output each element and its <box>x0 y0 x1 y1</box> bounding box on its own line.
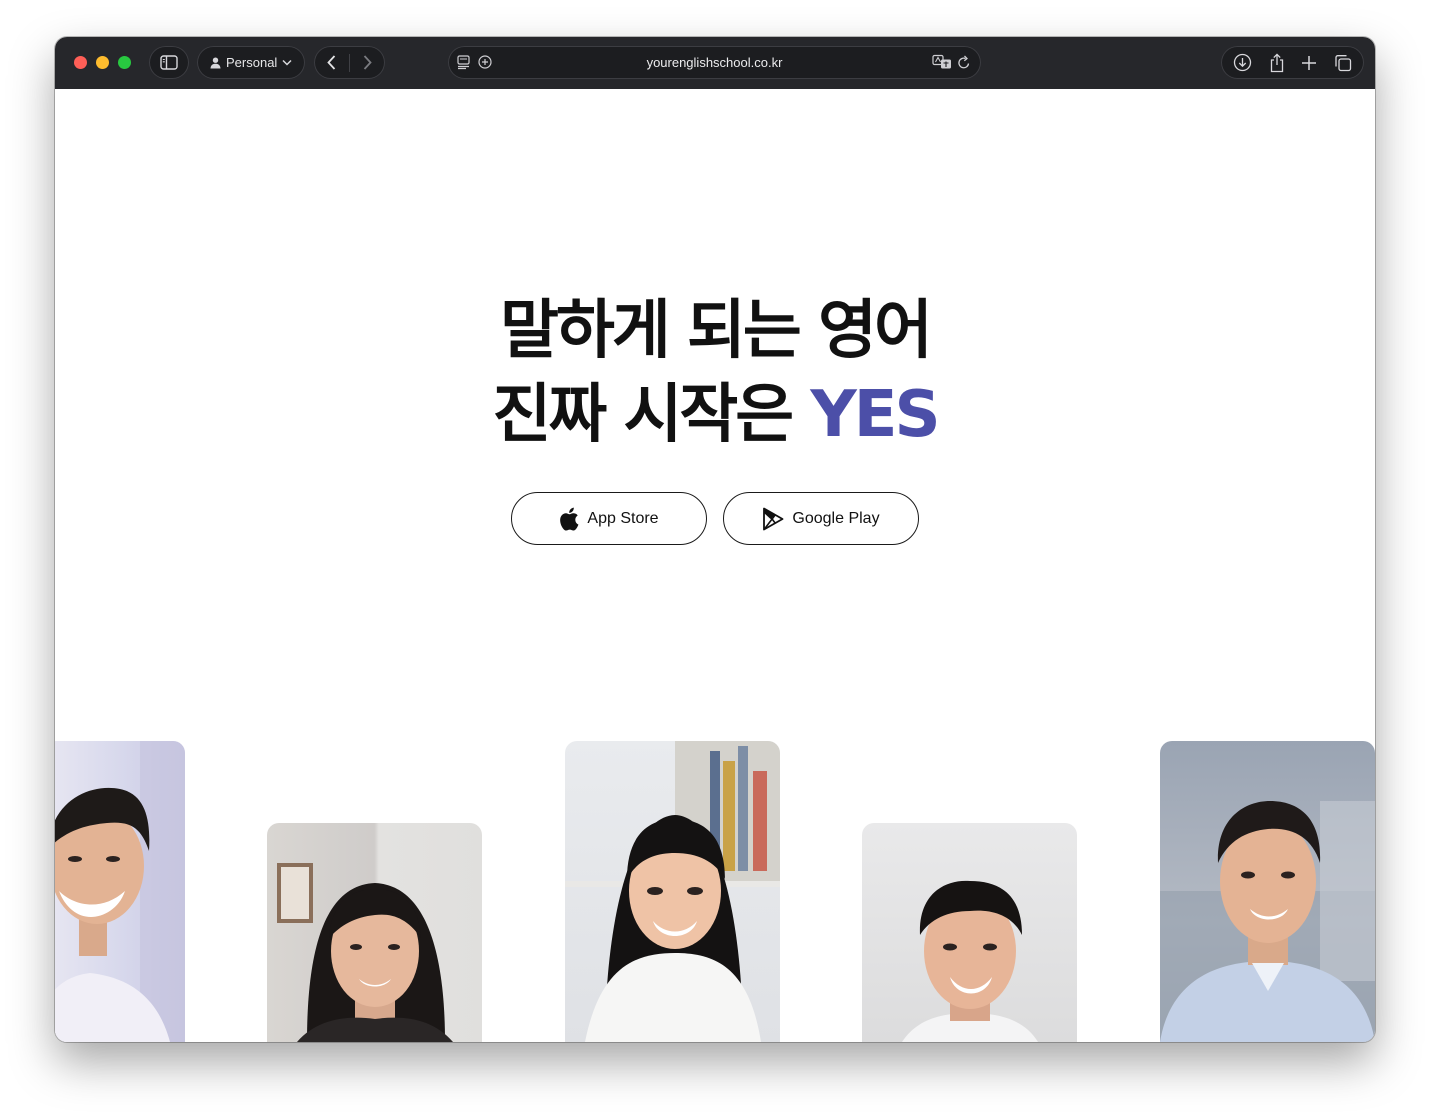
hero-line-2: 진짜 시작은 YES <box>55 373 1375 457</box>
profile-switcher-button[interactable]: Personal <box>197 46 305 79</box>
back-button[interactable] <box>314 46 349 79</box>
translate-icon[interactable] <box>932 54 952 70</box>
minimize-window-button[interactable] <box>96 56 109 69</box>
sidebar-toggle-button[interactable] <box>149 46 189 79</box>
app-store-label: App Store <box>587 509 659 527</box>
app-store-button[interactable]: App Store <box>511 492 707 545</box>
url-text: yourenglishschool.co.kr <box>646 55 783 70</box>
apple-icon <box>559 507 579 531</box>
share-icon[interactable] <box>1269 52 1285 73</box>
chevron-down-icon <box>282 59 292 66</box>
profile-label: Personal <box>226 55 278 70</box>
person-icon <box>210 57 221 69</box>
google-play-button[interactable]: Google Play <box>723 492 919 545</box>
hero-accent-yes: YES <box>810 378 940 452</box>
hero-line-2-prefix: 진짜 시작은 <box>492 378 811 452</box>
hero-line-1: 말하게 되는 영어 <box>500 294 933 368</box>
chevron-right-icon <box>363 55 372 70</box>
close-window-button[interactable] <box>74 56 87 69</box>
forward-button[interactable] <box>350 46 385 79</box>
reload-icon[interactable] <box>957 55 971 70</box>
address-bar[interactable]: yourenglishschool.co.kr <box>448 46 981 79</box>
download-icon[interactable] <box>1233 53 1252 72</box>
chevron-left-icon <box>327 55 336 70</box>
sidebar-icon <box>160 55 178 70</box>
navigation-buttons <box>314 46 385 79</box>
zoom-window-button[interactable] <box>118 56 131 69</box>
person-photo <box>267 823 482 1042</box>
google-play-label: Google Play <box>792 509 880 527</box>
toolbar-actions <box>1221 46 1364 79</box>
person-photo <box>1160 741 1375 1042</box>
plus-icon[interactable] <box>1301 55 1317 71</box>
browser-window: Personal yourenglishschool.co.kr 말하게 되는 … <box>55 37 1375 1042</box>
person-photo <box>862 823 1077 1042</box>
google-play-icon <box>762 507 784 531</box>
person-photo <box>565 741 780 1042</box>
tabs-icon[interactable] <box>1334 54 1352 72</box>
browser-toolbar: Personal yourenglishschool.co.kr <box>55 37 1375 89</box>
hero-headline: 말하게 되는 영어 진짜 시작은 YES <box>55 289 1375 457</box>
page-content: 말하게 되는 영어 진짜 시작은 YES App Store Google Pl… <box>55 89 1375 1042</box>
person-photo <box>55 741 185 1042</box>
